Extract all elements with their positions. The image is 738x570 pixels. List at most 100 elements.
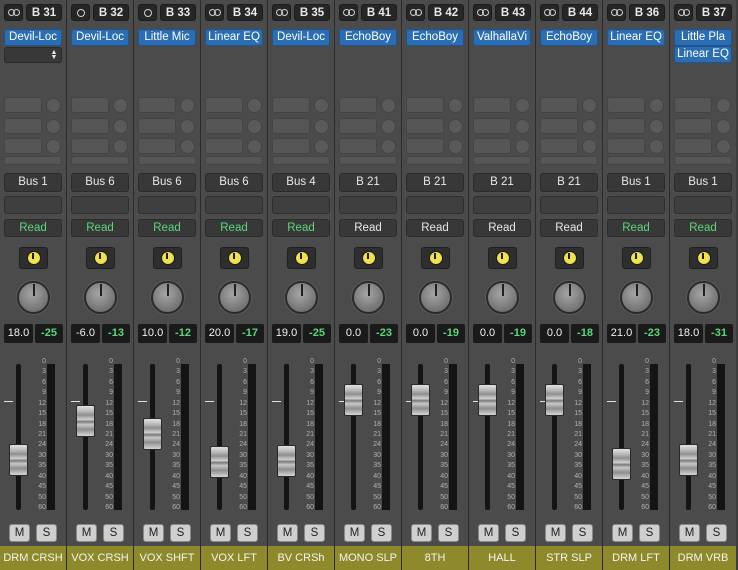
insert-plugin[interactable]: Linear EQ bbox=[607, 29, 665, 46]
send-slot[interactable] bbox=[272, 97, 310, 113]
send-slot-empty[interactable] bbox=[473, 156, 531, 165]
volume-readout[interactable]: 0.0 bbox=[473, 324, 502, 343]
group-slot[interactable] bbox=[71, 196, 129, 214]
send-knob[interactable] bbox=[381, 139, 396, 154]
channel-name[interactable]: VOX SHFT bbox=[134, 546, 200, 570]
peak-readout[interactable]: -12 bbox=[169, 324, 197, 343]
input-button[interactable]: B 43 bbox=[495, 4, 531, 21]
send-slot[interactable] bbox=[473, 138, 511, 154]
send-slot-empty[interactable] bbox=[4, 156, 62, 165]
output-button[interactable]: Bus 1 bbox=[4, 173, 62, 192]
automation-mode-button[interactable]: Read bbox=[339, 219, 397, 237]
send-slot-empty[interactable] bbox=[272, 156, 330, 165]
send-knob[interactable] bbox=[716, 139, 731, 154]
peak-readout[interactable]: -17 bbox=[236, 324, 264, 343]
plugin-selector[interactable]: ▲ ▼ bbox=[4, 47, 62, 63]
send-slot-empty[interactable] bbox=[339, 156, 397, 165]
send-slot[interactable] bbox=[4, 97, 42, 113]
send-slot[interactable] bbox=[607, 138, 645, 154]
insert-plugin[interactable]: Devil-Loc bbox=[272, 29, 330, 46]
input-button[interactable]: B 35 bbox=[294, 4, 330, 21]
volume-readout[interactable]: 21.0 bbox=[607, 324, 636, 343]
send-knob[interactable] bbox=[381, 98, 396, 113]
send-slot[interactable] bbox=[540, 138, 578, 154]
send-slot-empty[interactable] bbox=[406, 156, 464, 165]
solo-button[interactable]: S bbox=[304, 524, 325, 542]
group-slot[interactable] bbox=[473, 196, 531, 214]
send-slot[interactable] bbox=[339, 138, 377, 154]
send-knob[interactable] bbox=[180, 119, 195, 134]
peak-readout[interactable]: -19 bbox=[437, 324, 465, 343]
send-knob[interactable] bbox=[113, 98, 128, 113]
channel-name[interactable]: MONO SLP bbox=[335, 546, 401, 570]
input-button[interactable]: B 33 bbox=[160, 4, 196, 21]
group-slot[interactable] bbox=[4, 196, 62, 214]
solo-button[interactable]: S bbox=[706, 524, 727, 542]
automation-mode-button[interactable]: Read bbox=[473, 219, 531, 237]
fader-track[interactable] bbox=[619, 364, 624, 510]
automation-mode-button[interactable]: Read bbox=[71, 219, 129, 237]
volume-readout[interactable]: 18.0 bbox=[674, 324, 703, 343]
group-slot[interactable] bbox=[406, 196, 464, 214]
send-slot-empty[interactable] bbox=[205, 156, 263, 165]
send-slot[interactable] bbox=[406, 97, 444, 113]
stereo-link-button[interactable] bbox=[473, 4, 492, 21]
peak-readout[interactable]: -18 bbox=[571, 324, 599, 343]
send-slot[interactable] bbox=[607, 118, 645, 134]
send-knob[interactable] bbox=[46, 119, 61, 134]
ruler-button[interactable] bbox=[622, 247, 651, 269]
input-button[interactable]: B 32 bbox=[93, 4, 129, 21]
send-slot[interactable] bbox=[473, 97, 511, 113]
fader-track[interactable] bbox=[217, 364, 222, 510]
pan-knob[interactable] bbox=[620, 281, 653, 314]
ruler-button[interactable] bbox=[421, 247, 450, 269]
group-slot[interactable] bbox=[674, 196, 732, 214]
send-slot[interactable] bbox=[339, 97, 377, 113]
stereo-link-button[interactable] bbox=[339, 4, 358, 21]
group-slot[interactable] bbox=[339, 196, 397, 214]
send-slot[interactable] bbox=[205, 138, 243, 154]
peak-readout[interactable]: -31 bbox=[705, 324, 733, 343]
mute-button[interactable]: M bbox=[76, 524, 97, 542]
fader-cap[interactable] bbox=[411, 384, 430, 416]
ruler-button[interactable] bbox=[689, 247, 718, 269]
input-button[interactable]: B 34 bbox=[227, 4, 263, 21]
mute-button[interactable]: M bbox=[612, 524, 633, 542]
pan-knob[interactable] bbox=[84, 281, 117, 314]
send-slot[interactable] bbox=[71, 138, 109, 154]
send-slot[interactable] bbox=[540, 97, 578, 113]
stereo-link-button[interactable] bbox=[71, 4, 90, 21]
send-slot-empty[interactable] bbox=[607, 156, 665, 165]
solo-button[interactable]: S bbox=[505, 524, 526, 542]
fader-cap[interactable] bbox=[612, 448, 631, 480]
fader-cap[interactable] bbox=[76, 405, 95, 437]
send-slot[interactable] bbox=[674, 97, 712, 113]
mute-button[interactable]: M bbox=[9, 524, 30, 542]
send-slot[interactable] bbox=[71, 97, 109, 113]
fader-cap[interactable] bbox=[210, 446, 229, 478]
ruler-button[interactable] bbox=[287, 247, 316, 269]
group-slot[interactable] bbox=[540, 196, 598, 214]
send-knob[interactable] bbox=[381, 119, 396, 134]
send-knob[interactable] bbox=[46, 98, 61, 113]
automation-mode-button[interactable]: Read bbox=[540, 219, 598, 237]
fader-cap[interactable] bbox=[679, 444, 698, 476]
solo-button[interactable]: S bbox=[103, 524, 124, 542]
ruler-button[interactable] bbox=[153, 247, 182, 269]
send-slot-empty[interactable] bbox=[71, 156, 129, 165]
mute-button[interactable]: M bbox=[679, 524, 700, 542]
send-knob[interactable] bbox=[582, 119, 597, 134]
ruler-button[interactable] bbox=[86, 247, 115, 269]
output-button[interactable]: Bus 4 bbox=[272, 173, 330, 192]
volume-readout[interactable]: 0.0 bbox=[406, 324, 435, 343]
solo-button[interactable]: S bbox=[371, 524, 392, 542]
send-knob[interactable] bbox=[515, 139, 530, 154]
send-knob[interactable] bbox=[247, 119, 262, 134]
peak-readout[interactable]: -25 bbox=[35, 324, 63, 343]
automation-mode-button[interactable]: Read bbox=[205, 219, 263, 237]
pan-knob[interactable] bbox=[218, 281, 251, 314]
channel-name[interactable]: 8TH bbox=[402, 546, 468, 570]
send-knob[interactable] bbox=[716, 119, 731, 134]
automation-mode-button[interactable]: Read bbox=[406, 219, 464, 237]
automation-mode-button[interactable]: Read bbox=[607, 219, 665, 237]
